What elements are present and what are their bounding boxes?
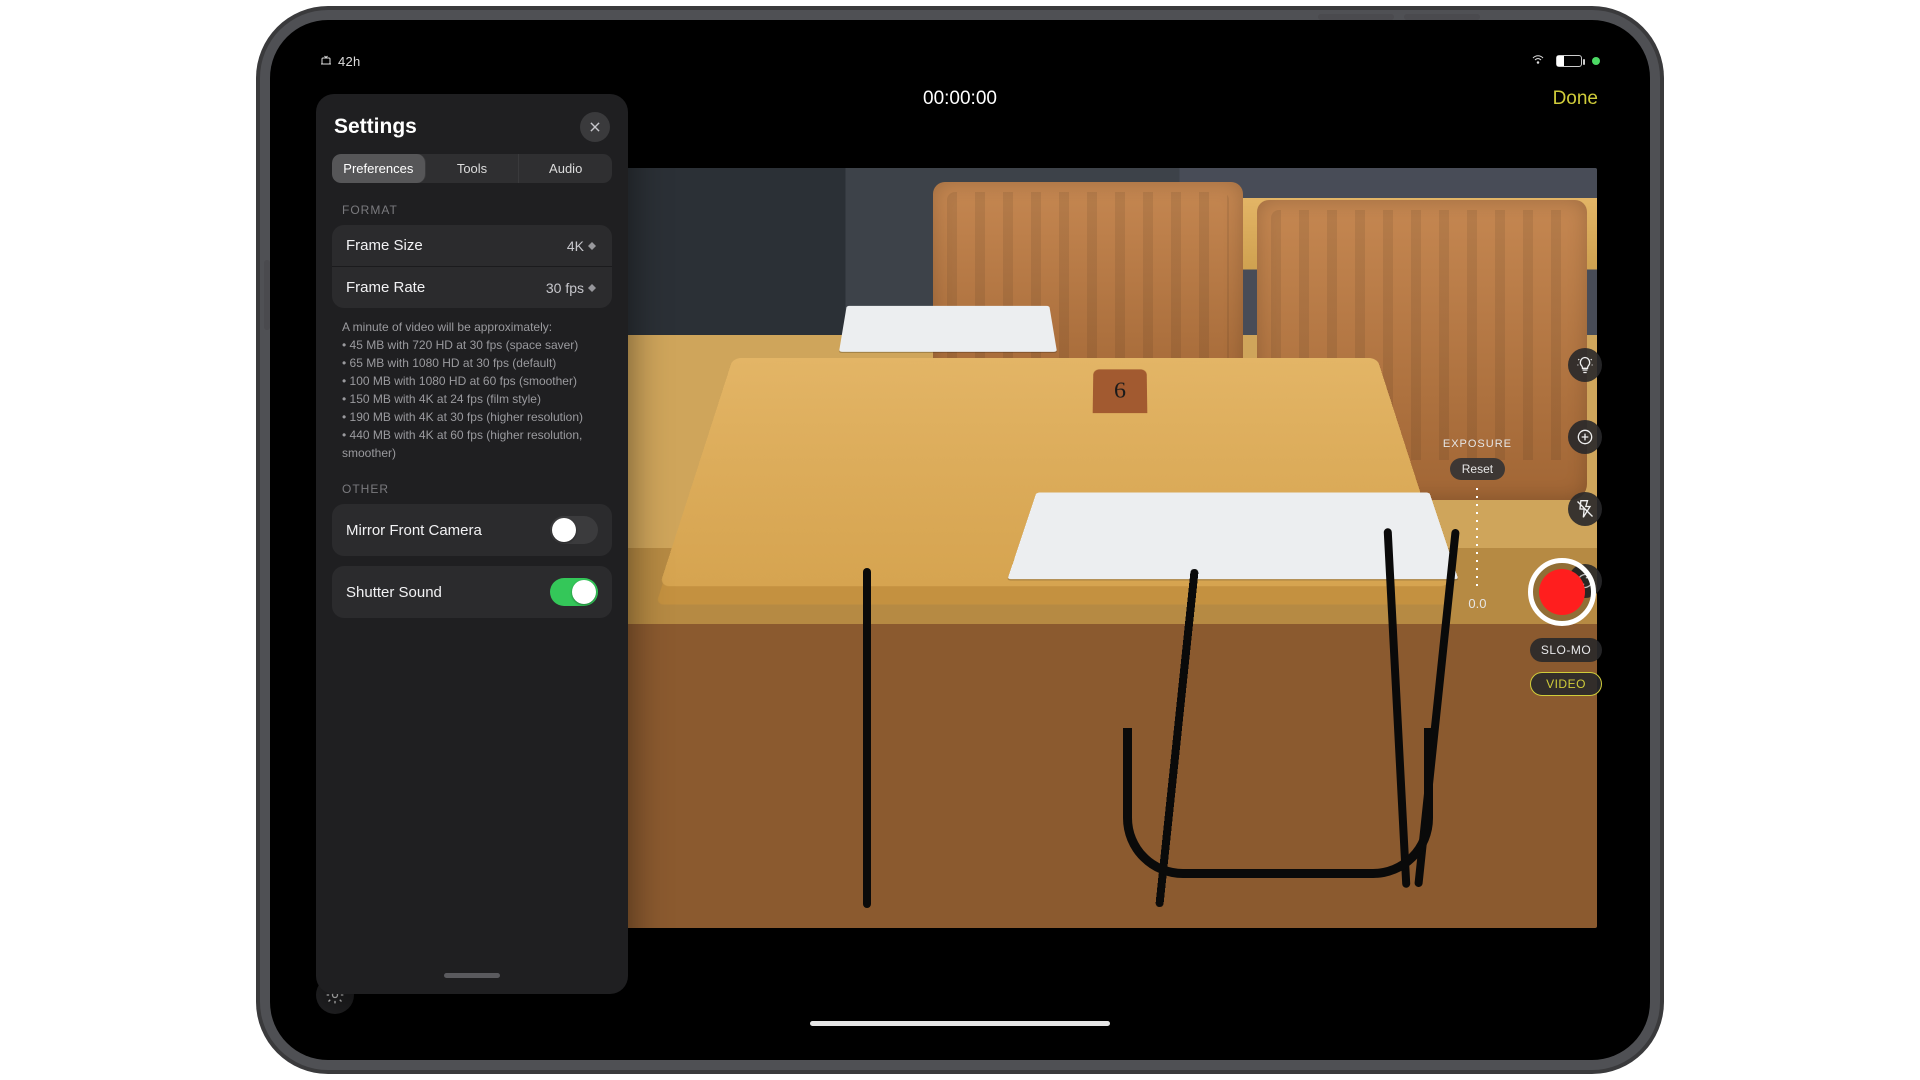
bulb-icon[interactable]: [1568, 348, 1602, 382]
recording-timer: 00:00:00: [923, 88, 997, 110]
hardware-volume-up: [1404, 14, 1480, 20]
tab-audio[interactable]: Audio: [519, 154, 612, 183]
frame-size-label: Frame Size: [346, 237, 423, 254]
mirror-front-camera-toggle[interactable]: [550, 516, 598, 544]
updown-icon: [588, 280, 598, 296]
wifi-icon: [1530, 54, 1546, 69]
flash-off-icon[interactable]: [1568, 492, 1602, 526]
record-button[interactable]: [1528, 558, 1596, 626]
mode-video[interactable]: VIDEO: [1530, 672, 1602, 696]
exposure-reset-button[interactable]: Reset: [1450, 458, 1505, 480]
mode-slomo[interactable]: SLO-MO: [1530, 638, 1602, 662]
charging-indicator: [1592, 57, 1600, 65]
frame-rate-label: Frame Rate: [346, 279, 425, 296]
frame-size-row[interactable]: Frame Size 4K: [332, 225, 612, 267]
shutter-sound-label: Shutter Sound: [346, 584, 442, 601]
settings-panel: Settings Preferences Tools Audio FORMAT …: [316, 94, 628, 994]
frame-size-value: 4K: [567, 238, 584, 254]
screentime-icon: [320, 54, 332, 69]
other-label: OTHER: [328, 478, 616, 504]
format-group: Frame Size 4K Frame Rate 30 fps: [332, 225, 612, 308]
exposure-label: EXPOSURE: [1443, 438, 1512, 450]
format-label: FORMAT: [328, 199, 616, 225]
settings-title: Settings: [334, 115, 417, 139]
ipad-frame: 42h 00:00:00 Done: [270, 20, 1650, 1060]
shutter-sound-toggle[interactable]: [550, 578, 598, 606]
done-button[interactable]: Done: [1553, 88, 1598, 110]
other-group-1: Mirror Front Camera: [332, 504, 612, 556]
exposure-widget: EXPOSURE Reset 0.0: [1443, 438, 1512, 611]
status-bar: 42h: [298, 48, 1622, 74]
tab-tools[interactable]: Tools: [426, 154, 520, 183]
other-group-2: Shutter Sound: [332, 566, 612, 618]
frame-rate-value: 30 fps: [546, 280, 584, 296]
frame-rate-row[interactable]: Frame Rate 30 fps: [332, 267, 612, 308]
home-indicator[interactable]: [810, 1021, 1110, 1026]
close-icon[interactable]: [580, 112, 610, 142]
exposure-value: 0.0: [1468, 596, 1486, 611]
updown-icon: [588, 238, 598, 254]
status-time: 42h: [338, 54, 361, 69]
mirror-front-camera-label: Mirror Front Camera: [346, 522, 482, 539]
screen: 42h 00:00:00 Done: [298, 48, 1622, 1032]
hardware-volume-down: [1318, 14, 1394, 20]
mirror-front-camera-row: Mirror Front Camera: [332, 504, 612, 556]
format-footnote: A minute of video will be approximately:…: [328, 318, 616, 478]
table-number-card: 6: [1093, 369, 1148, 413]
battery-icon: [1556, 55, 1582, 67]
tab-preferences[interactable]: Preferences: [332, 154, 426, 183]
panel-grabber[interactable]: [444, 973, 500, 978]
hardware-power: [264, 260, 270, 330]
exposure-scale[interactable]: [1476, 488, 1478, 588]
camera-viewfinder[interactable]: 6: [553, 168, 1597, 928]
settings-tabs: Preferences Tools Audio: [332, 154, 612, 183]
exposure-icon[interactable]: [1568, 420, 1602, 454]
shutter-sound-row: Shutter Sound: [332, 566, 612, 618]
